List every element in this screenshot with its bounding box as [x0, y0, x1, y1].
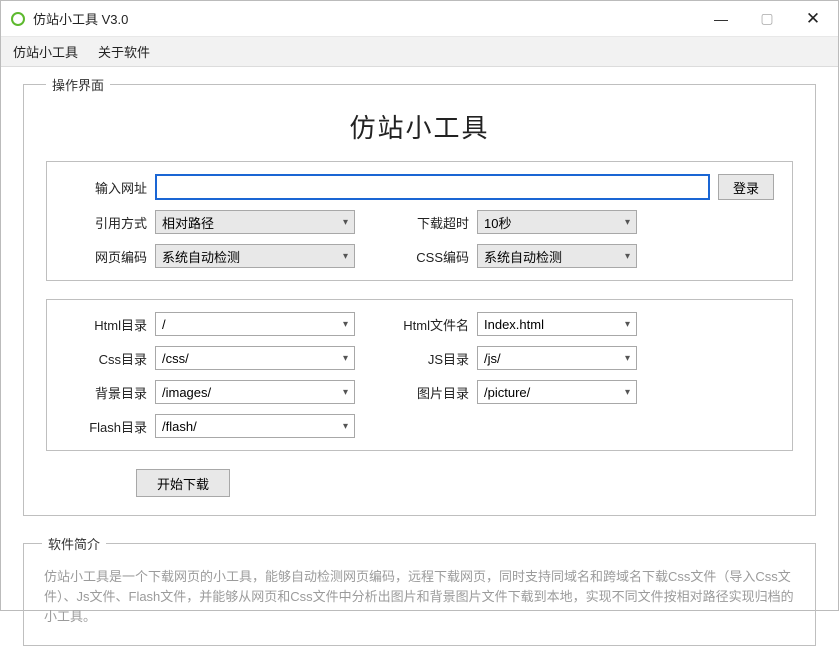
- operation-legend: 操作界面: [46, 75, 110, 94]
- intro-panel: 软件简介 仿站小工具是一个下载网页的小工具，能够自动检测网页编码，远程下载网页，…: [23, 534, 816, 646]
- ref-label: 引用方式: [65, 213, 147, 232]
- menu-item-tool[interactable]: 仿站小工具: [13, 42, 78, 61]
- login-button[interactable]: 登录: [718, 174, 774, 200]
- intro-text: 仿站小工具是一个下载网页的小工具，能够自动检测网页编码，远程下载网页，同时支持同…: [42, 563, 797, 631]
- paths-box: Html目录 /▾ Html文件名 Index.html▾ Css目录 /css…: [46, 299, 793, 451]
- panel-heading: 仿站小工具: [46, 108, 793, 145]
- ref-combo[interactable]: 相对路径▾: [155, 210, 355, 234]
- chevron-down-icon: ▾: [343, 251, 348, 262]
- chevron-down-icon: ▾: [343, 387, 348, 398]
- chevron-down-icon: ▾: [625, 251, 630, 262]
- flash-dir-label: Flash目录: [65, 417, 147, 436]
- css-dir-label: Css目录: [65, 349, 147, 368]
- css-dir-combo[interactable]: /css/▾: [155, 346, 355, 370]
- start-download-button[interactable]: 开始下载: [136, 469, 230, 497]
- settings-box: 输入网址 登录 引用方式 相对路径▾ 下载超时 10秒▾ 网页编码 系统自动检测…: [46, 161, 793, 281]
- intro-legend: 软件简介: [42, 534, 106, 553]
- page-enc-label: 网页编码: [65, 247, 147, 266]
- pic-dir-combo[interactable]: /picture/▾: [477, 380, 637, 404]
- start-area: 开始下载: [46, 469, 793, 497]
- html-dir-label: Html目录: [65, 315, 147, 334]
- css-enc-combo[interactable]: 系统自动检测▾: [477, 244, 637, 268]
- page-enc-combo[interactable]: 系统自动检测▾: [155, 244, 355, 268]
- js-dir-combo[interactable]: /js/▾: [477, 346, 637, 370]
- html-file-combo[interactable]: Index.html▾: [477, 312, 637, 336]
- close-button[interactable]: ✕: [790, 1, 836, 37]
- css-enc-label: CSS编码: [387, 247, 469, 266]
- url-label: 输入网址: [65, 178, 147, 197]
- chevron-down-icon: ▾: [343, 217, 348, 228]
- bg-dir-combo[interactable]: /images/▾: [155, 380, 355, 404]
- chevron-down-icon: ▾: [343, 319, 348, 330]
- chevron-down-icon: ▾: [625, 387, 630, 398]
- minimize-button[interactable]: —: [698, 1, 744, 37]
- html-dir-combo[interactable]: /▾: [155, 312, 355, 336]
- app-icon: [11, 12, 25, 26]
- html-file-label: Html文件名: [387, 315, 469, 334]
- operation-panel: 操作界面 仿站小工具 输入网址 登录 引用方式 相对路径▾ 下载超时 10秒▾ …: [23, 75, 816, 516]
- menu-item-about[interactable]: 关于软件: [98, 42, 150, 61]
- chevron-down-icon: ▾: [625, 217, 630, 228]
- window-title: 仿站小工具 V3.0: [33, 9, 698, 28]
- timeout-combo[interactable]: 10秒▾: [477, 210, 637, 234]
- chevron-down-icon: ▾: [625, 319, 630, 330]
- js-dir-label: JS目录: [387, 349, 469, 368]
- titlebar: 仿站小工具 V3.0 — ▢ ✕: [1, 1, 838, 37]
- url-input[interactable]: [155, 174, 710, 200]
- bg-dir-label: 背景目录: [65, 383, 147, 402]
- menubar: 仿站小工具 关于软件: [1, 37, 838, 67]
- timeout-label: 下载超时: [387, 213, 469, 232]
- content: 操作界面 仿站小工具 输入网址 登录 引用方式 相对路径▾ 下载超时 10秒▾ …: [1, 67, 838, 646]
- maximize-button[interactable]: ▢: [744, 1, 790, 37]
- chevron-down-icon: ▾: [343, 353, 348, 364]
- chevron-down-icon: ▾: [343, 421, 348, 432]
- chevron-down-icon: ▾: [625, 353, 630, 364]
- pic-dir-label: 图片目录: [387, 383, 469, 402]
- flash-dir-combo[interactable]: /flash/▾: [155, 414, 355, 438]
